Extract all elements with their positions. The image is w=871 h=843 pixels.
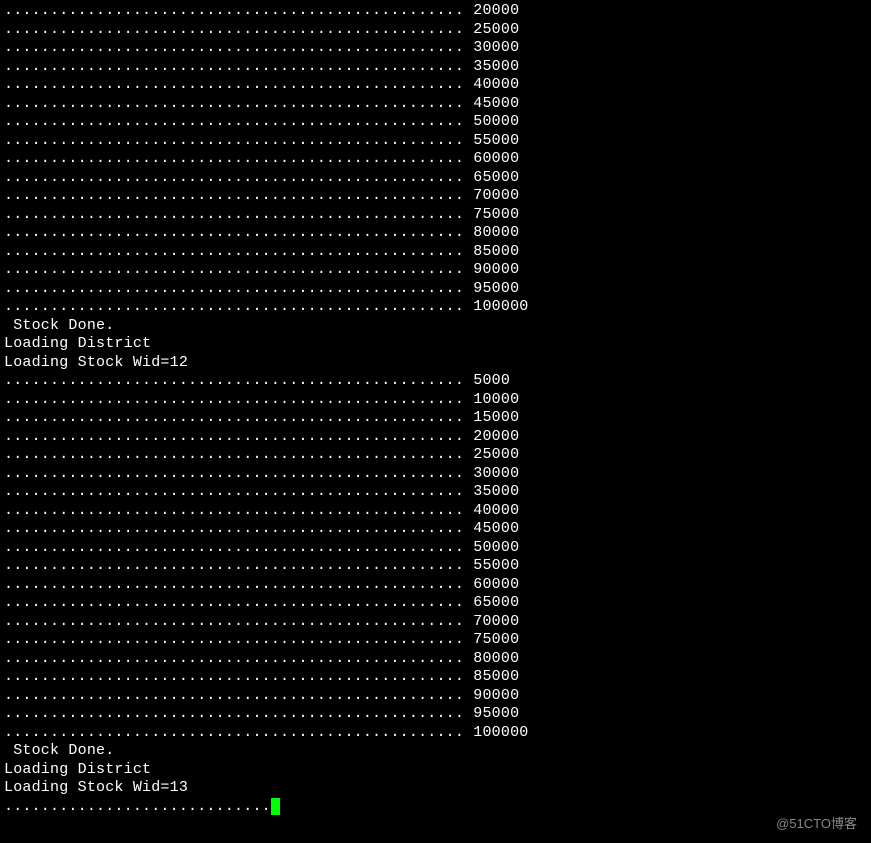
progress-line: ........................................… [4, 483, 871, 502]
progress-line: ........................................… [4, 502, 871, 521]
progress-line: ........................................… [4, 372, 871, 391]
progress-line: ........................................… [4, 113, 871, 132]
progress-line: ........................................… [4, 58, 871, 77]
progress-line-active: ............................. [4, 798, 871, 817]
progress-line: ........................................… [4, 187, 871, 206]
loading-stock-line: Loading Stock Wid=12 [4, 354, 871, 373]
watermark-text: @51CTO博客 [776, 815, 857, 834]
progress-line: ........................................… [4, 594, 871, 613]
progress-line: ........................................… [4, 243, 871, 262]
progress-line: ........................................… [4, 576, 871, 595]
progress-line: ........................................… [4, 557, 871, 576]
progress-line: ........................................… [4, 668, 871, 687]
cursor [271, 798, 280, 815]
progress-line: ........................................… [4, 280, 871, 299]
progress-line: ........................................… [4, 206, 871, 225]
progress-line: ........................................… [4, 21, 871, 40]
progress-line: ........................................… [4, 409, 871, 428]
progress-line: ........................................… [4, 539, 871, 558]
progress-line: ........................................… [4, 39, 871, 58]
progress-line: ........................................… [4, 224, 871, 243]
progress-line: ........................................… [4, 169, 871, 188]
progress-line: ........................................… [4, 520, 871, 539]
progress-line: ........................................… [4, 613, 871, 632]
loading-district-line: Loading District [4, 335, 871, 354]
progress-line: ........................................… [4, 724, 871, 743]
progress-line: ........................................… [4, 391, 871, 410]
terminal-output[interactable]: ........................................… [0, 0, 871, 816]
progress-line: ........................................… [4, 428, 871, 447]
stock-done-line: Stock Done. [4, 742, 871, 761]
progress-line: ........................................… [4, 261, 871, 280]
progress-line: ........................................… [4, 705, 871, 724]
stock-done-line: Stock Done. [4, 317, 871, 336]
progress-line: ........................................… [4, 631, 871, 650]
progress-line: ........................................… [4, 132, 871, 151]
loading-stock-line: Loading Stock Wid=13 [4, 779, 871, 798]
progress-line: ........................................… [4, 2, 871, 21]
progress-line: ........................................… [4, 650, 871, 669]
progress-line: ........................................… [4, 687, 871, 706]
progress-line: ........................................… [4, 298, 871, 317]
progress-line: ........................................… [4, 150, 871, 169]
progress-line: ........................................… [4, 95, 871, 114]
loading-district-line: Loading District [4, 761, 871, 780]
progress-line: ........................................… [4, 76, 871, 95]
progress-line: ........................................… [4, 465, 871, 484]
progress-line: ........................................… [4, 446, 871, 465]
